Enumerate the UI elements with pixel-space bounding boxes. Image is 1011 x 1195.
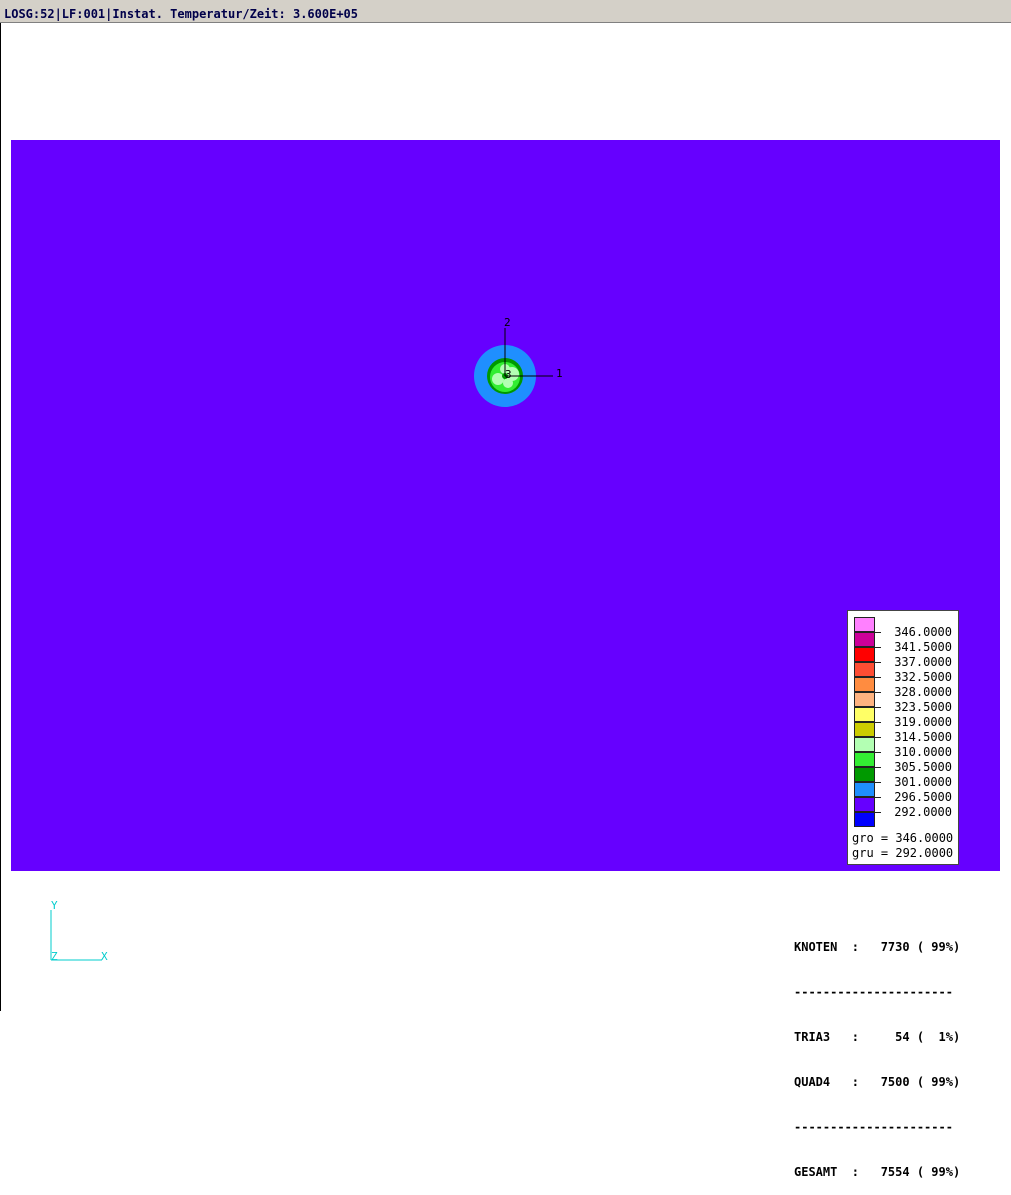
legend-value: 292.0000 (894, 805, 952, 819)
legend-swatch (854, 647, 875, 662)
stats-separator: ---------------------- (794, 1120, 953, 1134)
legend-value: 310.0000 (894, 745, 952, 759)
stats-quad4: QUAD4 : 7500 ( 99%) (794, 1075, 961, 1089)
legend-swatch (854, 722, 875, 737)
legend-tick (875, 737, 881, 738)
legend-tick (875, 662, 881, 663)
legend-tick (875, 767, 881, 768)
mesh-statistics: KNOTEN : 7730 ( 99%) -------------------… (794, 910, 960, 1195)
legend-tick (875, 722, 881, 723)
legend-tick (875, 782, 881, 783)
stats-knoten: KNOTEN : 7730 ( 99%) (794, 940, 961, 954)
triad-z-label: Z (51, 950, 58, 963)
stats-separator: ---------------------- (794, 985, 953, 999)
legend-swatch (854, 677, 875, 692)
legend-value: 332.5000 (894, 670, 952, 684)
legend-tick (875, 797, 881, 798)
legend-value: 337.0000 (894, 655, 952, 669)
legend-value: 319.0000 (894, 715, 952, 729)
legend-swatch (854, 797, 875, 812)
legend-value: 314.5000 (894, 730, 952, 744)
legend-tick (875, 752, 881, 753)
title-text: LOSG:52|LF:001|Instat. Temperatur/Zeit: … (4, 7, 359, 21)
legend-tick (875, 692, 881, 693)
legend-swatch (854, 737, 875, 752)
color-legend: 346.0000 341.5000 337.0000 332.5000 328.0000… (847, 610, 959, 865)
legend-value: 296.5000 (894, 790, 952, 804)
legend-tick (875, 647, 881, 648)
legend-swatch (854, 812, 875, 827)
legend-value: 341.5000 (894, 640, 952, 654)
triad-x-label: X (101, 950, 108, 963)
legend-swatch (854, 782, 875, 797)
legend-tick (875, 707, 881, 708)
legend-tick (875, 632, 881, 633)
window-left-border (0, 23, 1, 1011)
legend-swatch (854, 767, 875, 782)
stats-gesamt: GESAMT : 7554 ( 99%) (794, 1165, 961, 1179)
legend-tick (875, 812, 881, 813)
stats-tria3: TRIA3 : 54 ( 1%) (794, 1030, 961, 1044)
legend-value: 328.0000 (894, 685, 952, 699)
legend-swatch (854, 662, 875, 677)
triad-y-label: Y (51, 899, 58, 912)
legend-value: 301.0000 (894, 775, 952, 789)
legend-tick (875, 677, 881, 678)
legend-value: 305.5000 (894, 760, 952, 774)
legend-value: 346.0000 (894, 625, 952, 639)
legend-value: 323.5000 (894, 700, 952, 714)
legend-swatch (854, 707, 875, 722)
legend-swatch (854, 617, 875, 632)
title-bar: LOSG:52|LF:001|Instat. Temperatur/Zeit: … (0, 0, 1011, 23)
legend-swatch (854, 692, 875, 707)
legend-gru: gru = 292.0000 (852, 846, 954, 860)
global-axis-triad: Y Z X (50, 899, 108, 963)
legend-swatch (854, 752, 875, 767)
legend-swatch (854, 632, 875, 647)
legend-gro: gro = 346.0000 (852, 831, 954, 845)
